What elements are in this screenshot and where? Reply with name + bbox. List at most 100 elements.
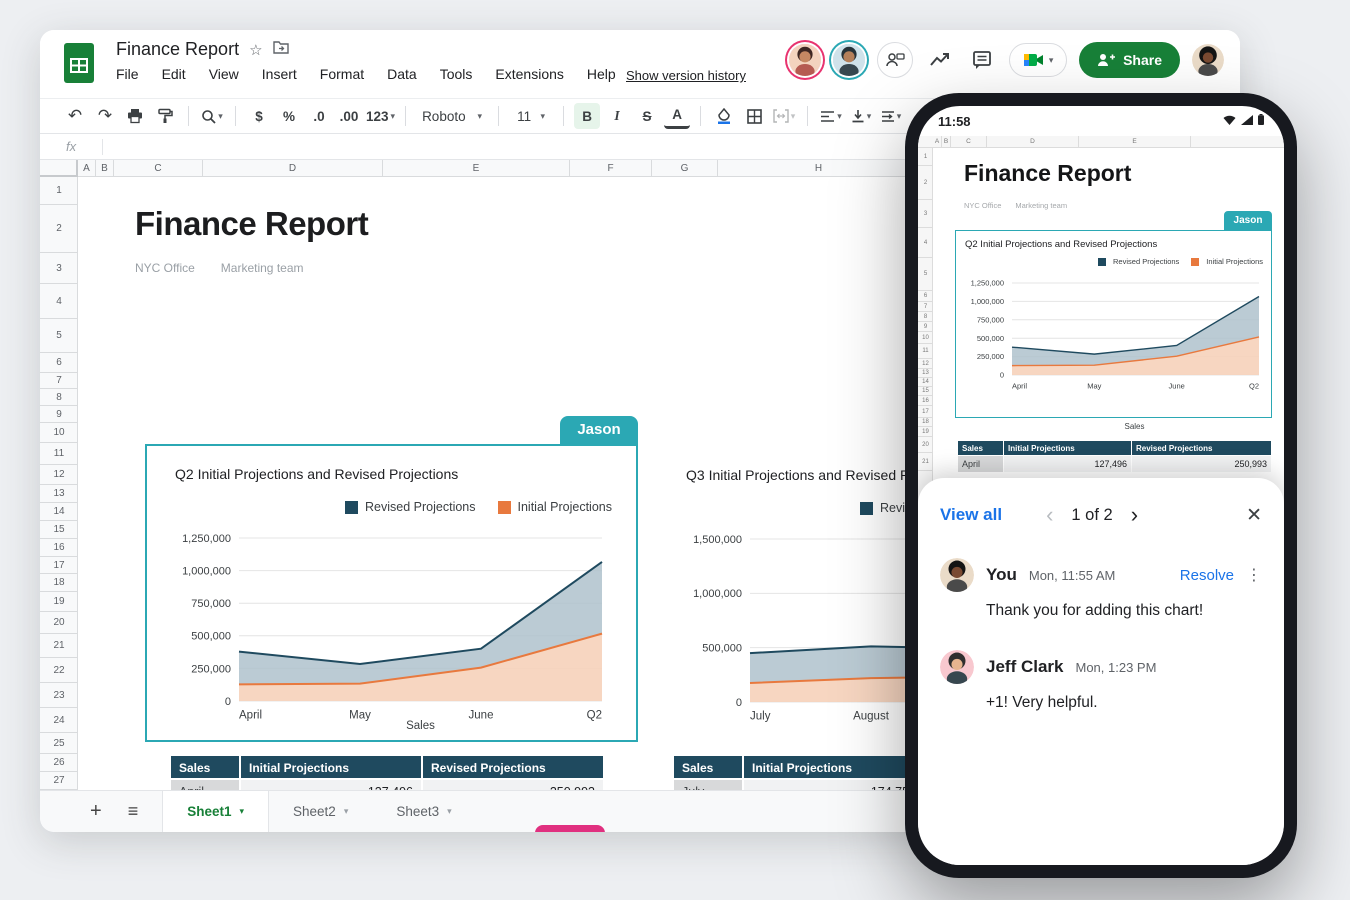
column-header-H[interactable]: H <box>718 160 920 177</box>
sheet-tab-sheet3[interactable]: Sheet3▾ <box>372 791 475 833</box>
text-color-button[interactable]: A <box>664 103 690 129</box>
text-wrap-button[interactable]: ▾ <box>878 103 904 129</box>
font-select[interactable]: Roboto▾ <box>416 103 488 129</box>
increase-decimal-button[interactable]: .00 <box>336 103 362 129</box>
column-header-D[interactable]: D <box>203 160 383 177</box>
row-header-6[interactable]: 6 <box>40 353 78 373</box>
column-header-C[interactable]: C <box>114 160 203 177</box>
collaborator-avatar-1[interactable] <box>789 44 821 76</box>
merge-cells-button[interactable]: ▾ <box>771 103 797 129</box>
menu-insert[interactable]: Insert <box>262 66 297 82</box>
profile-avatar[interactable] <box>1192 44 1224 76</box>
italic-button[interactable]: I <box>604 103 630 129</box>
share-button[interactable]: Share <box>1079 42 1180 78</box>
view-all-link[interactable]: View all <box>940 505 1002 525</box>
row-header-22[interactable]: 22 <box>40 658 78 683</box>
font-size-select[interactable]: 11▾ <box>509 103 553 129</box>
row-header-14[interactable]: 14 <box>40 503 78 521</box>
sheet-tab-sheet1[interactable]: Sheet1▾ <box>162 791 269 833</box>
star-icon[interactable]: ☆ <box>249 41 262 59</box>
menu-format[interactable]: Format <box>320 66 364 82</box>
comments-icon[interactable] <box>967 45 997 75</box>
vertical-align-button[interactable]: ▾ <box>848 103 874 129</box>
row-header-9[interactable]: 9 <box>40 406 78 423</box>
table-cell[interactable]: 127,496 <box>1004 456 1132 473</box>
menu-view[interactable]: View <box>209 66 239 82</box>
zoom-button[interactable]: ▾ <box>199 103 225 129</box>
horizontal-align-button[interactable]: ▾ <box>818 103 844 129</box>
number-format-button[interactable]: 123▾ <box>366 103 395 129</box>
move-folder-icon[interactable] <box>273 40 289 59</box>
row-header-26[interactable]: 26 <box>40 754 78 772</box>
trend-insights-icon[interactable] <box>925 45 955 75</box>
row-header-18[interactable]: 18 <box>40 574 78 592</box>
resolve-button[interactable]: Resolve <box>1180 567 1234 584</box>
document-title[interactable]: Finance Report <box>116 39 239 60</box>
row-header-10[interactable]: 10 <box>40 423 78 443</box>
add-sheet-button[interactable]: + <box>90 800 102 823</box>
menu-tools[interactable]: Tools <box>440 66 473 82</box>
comment-author: You <box>986 565 1017 585</box>
row-header-15[interactable]: 15 <box>40 521 78 539</box>
row-header-24[interactable]: 24 <box>40 708 78 733</box>
strikethrough-button[interactable]: S <box>634 103 660 129</box>
chart-q2[interactable]: Jason Q2 Initial Projections and Revised… <box>145 444 638 742</box>
paint-format-button[interactable] <box>152 103 178 129</box>
close-comments-icon[interactable]: ✕ <box>1246 504 1262 527</box>
table-row-label[interactable]: April <box>958 456 1004 473</box>
row-header-16[interactable]: 16 <box>40 539 78 557</box>
collaborator-avatar-2[interactable] <box>833 44 865 76</box>
redo-button[interactable]: ↷ <box>92 103 118 129</box>
column-header-F[interactable]: F <box>570 160 652 177</box>
row-header-19[interactable]: 19 <box>40 592 78 612</box>
row-header-4[interactable]: 4 <box>40 284 78 319</box>
menu-file[interactable]: File <box>116 66 139 82</box>
borders-button[interactable] <box>741 103 767 129</box>
undo-button[interactable]: ↶ <box>62 103 88 129</box>
add-collaborator-icon[interactable] <box>877 42 913 78</box>
row-header-13[interactable]: 13 <box>40 485 78 503</box>
column-header-G[interactable]: G <box>652 160 718 177</box>
row-header-21[interactable]: 21 <box>40 634 78 658</box>
version-history-link[interactable]: Show version history <box>626 68 746 83</box>
menu-extensions[interactable]: Extensions <box>495 66 563 82</box>
row-header-12[interactable]: 12 <box>40 465 78 485</box>
column-header-B[interactable]: B <box>96 160 114 177</box>
row-header-7[interactable]: 7 <box>40 373 78 389</box>
format-currency-button[interactable]: $ <box>246 103 272 129</box>
row-header-3[interactable]: 3 <box>40 253 78 284</box>
print-button[interactable] <box>122 103 148 129</box>
table-cell[interactable]: 250,993 <box>1132 456 1272 473</box>
jason-selection-tag: Jason <box>560 416 638 444</box>
phone-chart-q2[interactable]: Q2 Initial Projections and Revised Proje… <box>955 230 1272 418</box>
row-header-8[interactable]: 8 <box>40 389 78 406</box>
select-all-corner[interactable] <box>40 160 78 177</box>
row-header-25[interactable]: 25 <box>40 733 78 754</box>
sheets-logo-icon[interactable] <box>64 43 94 83</box>
row-header-23[interactable]: 23 <box>40 683 78 708</box>
menu-help[interactable]: Help <box>587 66 616 82</box>
svg-text:0: 0 <box>1000 371 1004 380</box>
bold-button[interactable]: B <box>574 103 600 129</box>
row-header-5[interactable]: 5 <box>40 319 78 353</box>
all-sheets-button[interactable]: ≡ <box>128 801 139 822</box>
format-percent-button[interactable]: % <box>276 103 302 129</box>
row-header-2[interactable]: 2 <box>40 205 78 253</box>
row-header-1[interactable]: 1 <box>40 177 78 205</box>
row-header-17[interactable]: 17 <box>40 557 78 574</box>
next-comment-icon[interactable]: › <box>1131 502 1138 528</box>
prev-comment-icon[interactable]: ‹ <box>1046 502 1053 528</box>
fill-color-button[interactable] <box>711 103 737 129</box>
row-header-11[interactable]: 11 <box>40 443 78 465</box>
row-header-20[interactable]: 20 <box>40 612 78 634</box>
decrease-decimal-button[interactable]: .0 <box>306 103 332 129</box>
row-header-27[interactable]: 27 <box>40 772 78 790</box>
menu-data[interactable]: Data <box>387 66 417 82</box>
menu-edit[interactable]: Edit <box>162 66 186 82</box>
comment-menu-icon[interactable]: ⋮ <box>1246 565 1262 585</box>
sheet-tab-sheet2[interactable]: Sheet2▾ <box>269 791 372 833</box>
column-header-E[interactable]: E <box>383 160 570 177</box>
meet-button[interactable]: ▾ <box>1009 43 1067 77</box>
column-header-A[interactable]: A <box>78 160 96 177</box>
phone-row-header-9: 9 <box>918 322 933 332</box>
